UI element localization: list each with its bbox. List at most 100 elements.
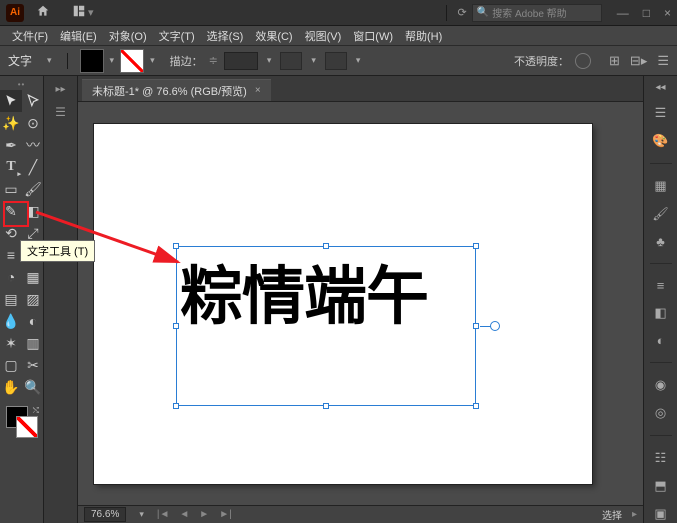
stroke-weight-input[interactable] xyxy=(224,52,258,70)
lasso-tool[interactable]: ⊙ xyxy=(22,112,44,134)
gradient-panel-icon[interactable]: ◧ xyxy=(654,305,666,321)
dropdown-icon[interactable]: ▾ xyxy=(311,55,316,66)
paintbrush-tool[interactable]: 🖌 xyxy=(22,178,44,200)
menu-object[interactable]: 对象(O) xyxy=(105,28,151,44)
maximize-button[interactable]: □ xyxy=(643,6,650,20)
menu-file[interactable]: 文件(F) xyxy=(8,28,52,44)
nav-last-icon[interactable]: ►| xyxy=(219,509,232,520)
resize-handle[interactable] xyxy=(173,243,179,249)
layers-panel-icon[interactable]: ☷ xyxy=(655,450,667,466)
status-menu-icon[interactable]: ▸ xyxy=(632,509,637,520)
sync-icon[interactable]: ⟳ xyxy=(458,6,467,19)
resize-handle[interactable] xyxy=(473,323,479,329)
dropdown-icon[interactable]: ▾ xyxy=(139,509,144,520)
artboard[interactable]: 粽情端午 xyxy=(94,124,592,484)
dropdown-icon[interactable]: ▾ xyxy=(267,55,272,66)
brushes-panel-icon[interactable]: 🖌 xyxy=(652,206,669,222)
collapse-dock-icon[interactable]: ◂◂ xyxy=(655,82,665,93)
graph-tool[interactable]: ▥ xyxy=(22,332,44,354)
curvature-tool[interactable]: 〰 xyxy=(22,134,44,156)
transparency-panel-icon[interactable]: ◐ xyxy=(657,333,665,348)
shape-builder-tool[interactable]: ◔ xyxy=(0,266,22,288)
dropdown-icon[interactable]: ▾ xyxy=(47,55,52,66)
panel-toggle-icon-1[interactable]: ⊞ xyxy=(609,53,620,69)
dropdown-icon[interactable]: ▾ xyxy=(88,6,94,19)
stroke-color-swatch[interactable] xyxy=(16,416,38,438)
swap-fill-stroke-icon[interactable]: ⤭ xyxy=(33,406,39,416)
resize-handle[interactable] xyxy=(173,323,179,329)
line-tool[interactable]: ╱ xyxy=(22,156,44,178)
zoom-tool[interactable]: 🔍 xyxy=(22,376,44,398)
text-frame-selection[interactable]: 粽情端午 xyxy=(176,246,476,406)
menu-view[interactable]: 视图(V) xyxy=(301,28,346,44)
fill-swatch[interactable] xyxy=(80,49,104,73)
toolbox-grip[interactable]: •• xyxy=(0,80,43,90)
arrange-docs-icon[interactable] xyxy=(72,4,86,21)
zoom-level[interactable]: 76.6% xyxy=(84,507,126,522)
eraser-tool[interactable]: ◧ xyxy=(22,200,44,222)
canvas[interactable]: 粽情端午 xyxy=(78,102,643,505)
selection-tool[interactable] xyxy=(0,90,22,112)
panel-toggle-icon-2[interactable]: ⊟▸ xyxy=(630,53,647,69)
symbol-sprayer-tool[interactable]: ✶ xyxy=(0,332,22,354)
nav-first-icon[interactable]: |◄ xyxy=(157,509,170,520)
menu-window[interactable]: 窗口(W) xyxy=(349,28,397,44)
dropdown-icon[interactable]: ▾ xyxy=(356,55,361,66)
gradient-tool[interactable]: ▨ xyxy=(22,288,44,310)
rectangle-tool[interactable]: ▭ xyxy=(0,178,22,200)
appearance-panel-icon[interactable]: ◉ xyxy=(655,377,666,393)
dropdown-icon[interactable]: ▾ xyxy=(150,55,155,66)
resize-handle[interactable] xyxy=(473,403,479,409)
direct-selection-tool[interactable] xyxy=(22,90,44,112)
artboards-panel-icon[interactable]: ▣ xyxy=(654,506,666,522)
swatches-panel-icon[interactable]: ▦ xyxy=(654,178,666,194)
rotation-handle[interactable] xyxy=(490,321,500,331)
perspective-tool[interactable]: ▦ xyxy=(22,266,44,288)
mesh-tool[interactable]: ▤ xyxy=(0,288,22,310)
slice-tool[interactable]: ✂ xyxy=(22,354,44,376)
pen-tool[interactable]: ✒ xyxy=(0,134,22,156)
resize-handle[interactable] xyxy=(323,403,329,409)
resize-handle[interactable] xyxy=(473,243,479,249)
close-button[interactable]: × xyxy=(664,6,671,20)
graphic-styles-panel-icon[interactable]: ◎ xyxy=(655,405,666,421)
menu-help[interactable]: 帮助(H) xyxy=(401,28,446,44)
menu-effect[interactable]: 效果(C) xyxy=(251,28,296,44)
asset-export-panel-icon[interactable]: ⬒ xyxy=(654,478,666,494)
artboard-tool[interactable]: ▢ xyxy=(0,354,22,376)
minimize-button[interactable]: — xyxy=(617,6,629,20)
menu-edit[interactable]: 编辑(E) xyxy=(56,28,101,44)
rotate-tool[interactable]: ⟲ xyxy=(0,222,22,244)
panel-icon[interactable]: ☰ xyxy=(55,105,66,119)
opacity-dial[interactable] xyxy=(575,53,591,69)
color-panel-icon[interactable]: 🎨 xyxy=(652,133,668,149)
fill-stroke-swatches[interactable]: ⤭ xyxy=(0,404,43,446)
eyedropper-tool[interactable]: 💧 xyxy=(0,310,22,332)
stroke-panel-icon[interactable]: ≡ xyxy=(657,278,665,293)
nav-next-icon[interactable]: ► xyxy=(199,509,209,520)
home-icon[interactable] xyxy=(36,4,50,21)
resize-handle[interactable] xyxy=(173,403,179,409)
menu-type[interactable]: 文字(T) xyxy=(155,28,199,44)
document-tab[interactable]: 未标题-1* @ 76.6% (RGB/预览) × xyxy=(82,79,271,101)
stepper-icon[interactable]: ≑ xyxy=(209,54,218,67)
blend-tool[interactable]: ◐ xyxy=(22,310,44,332)
search-input[interactable]: 🔍 搜索 Adobe 帮助 xyxy=(472,4,602,22)
symbols-panel-icon[interactable]: ♣ xyxy=(656,234,665,249)
var-width-control[interactable] xyxy=(325,52,347,70)
type-tool[interactable]: T▸ xyxy=(0,156,22,178)
hand-tool[interactable]: ✋ xyxy=(0,376,22,398)
resize-handle[interactable] xyxy=(323,243,329,249)
close-tab-icon[interactable]: × xyxy=(255,85,261,96)
panel-toggle-icon-3[interactable]: ☰ xyxy=(657,53,669,69)
magic-wand-tool[interactable]: ✨ xyxy=(0,112,22,134)
shaper-tool[interactable]: ✎ xyxy=(0,200,22,222)
nav-prev-icon[interactable]: ◄ xyxy=(179,509,189,520)
expand-dock-icon[interactable]: ▸▸ xyxy=(55,84,65,95)
brush-def-control[interactable] xyxy=(280,52,302,70)
properties-panel-icon[interactable]: ☰ xyxy=(655,105,667,121)
menu-select[interactable]: 选择(S) xyxy=(203,28,248,44)
width-tool[interactable]: ≡ xyxy=(0,244,22,266)
stroke-swatch[interactable] xyxy=(120,49,144,73)
dropdown-icon[interactable]: ▾ xyxy=(110,55,115,66)
